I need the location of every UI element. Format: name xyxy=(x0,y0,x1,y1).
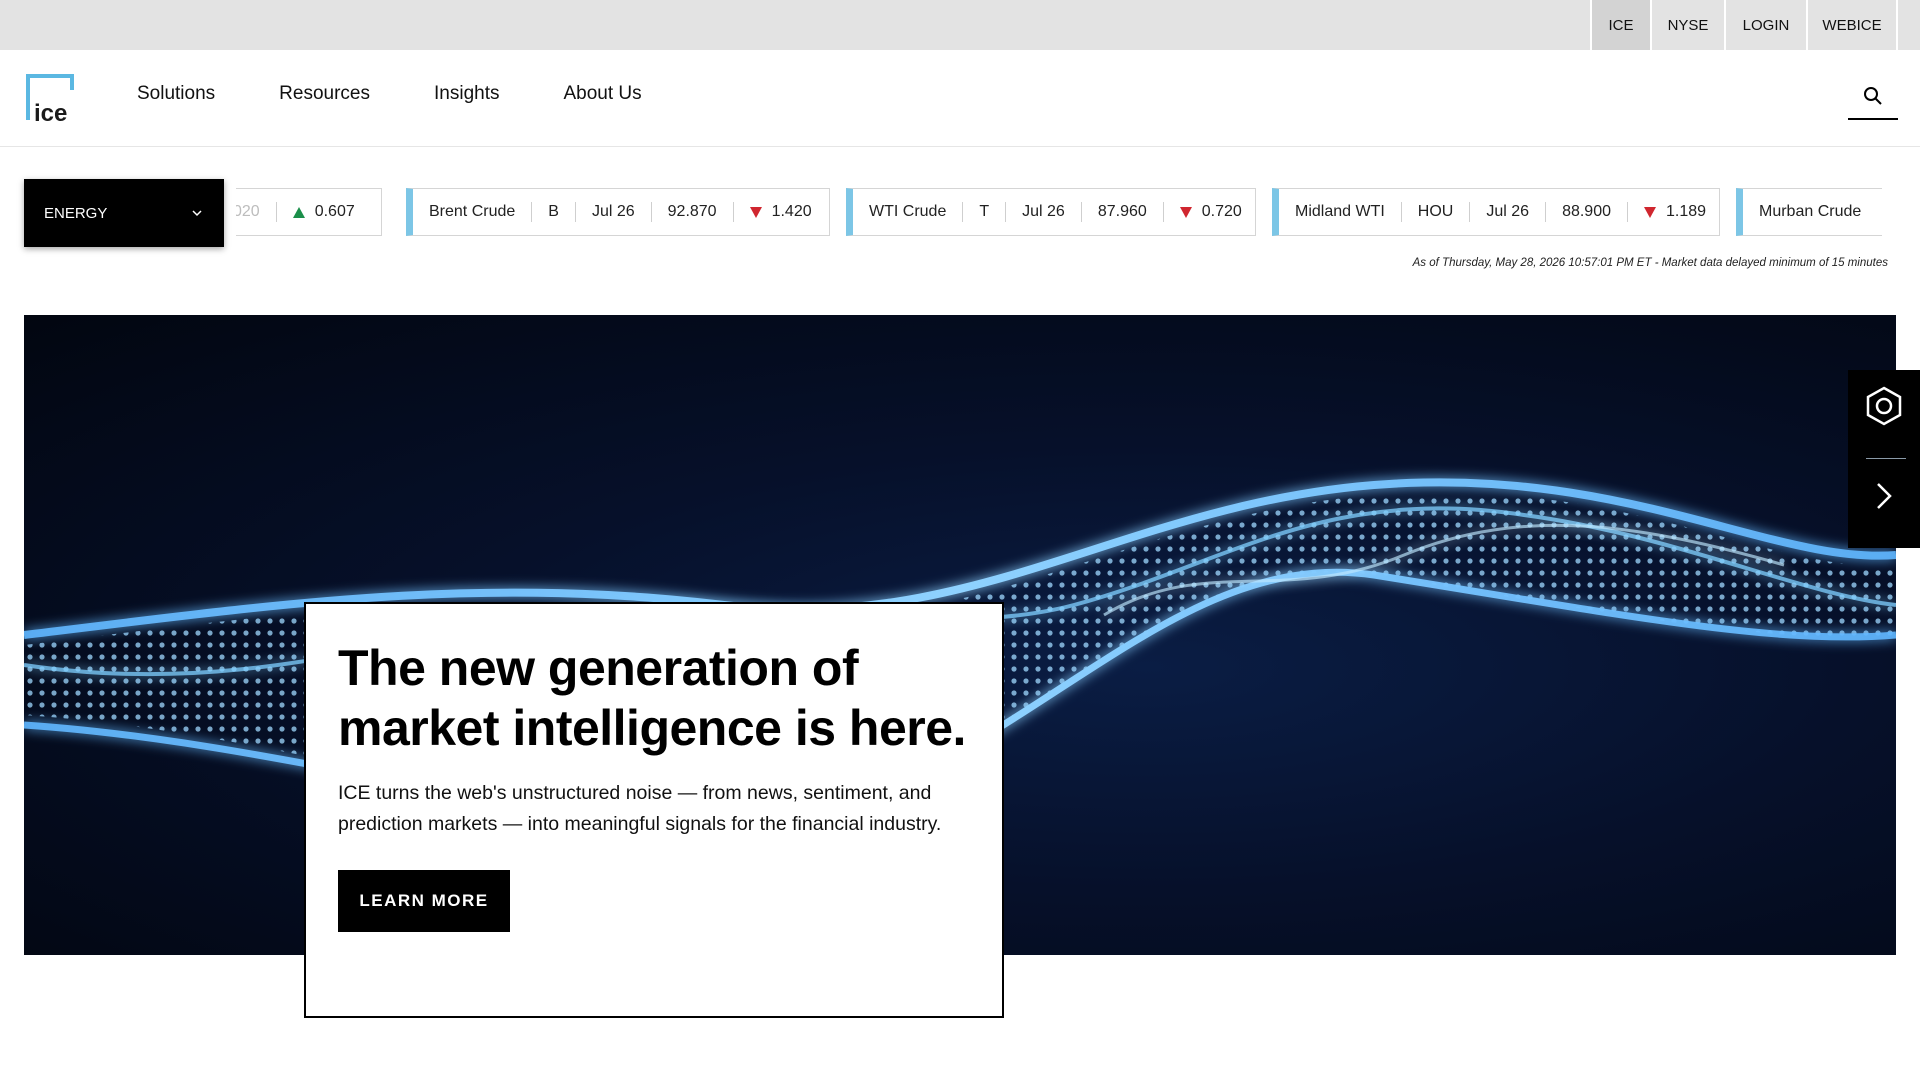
ticker-name: Murban Crude xyxy=(1759,203,1862,220)
market-data-timestamp: As of Thursday, May 28, 2026 10:57:01 PM… xyxy=(1412,257,1888,269)
ticker-price: 92.870 xyxy=(650,202,733,222)
hero-description: ICE turns the web's unstructured noise —… xyxy=(338,782,942,835)
utility-link-nyse[interactable]: NYSE xyxy=(1650,0,1724,50)
utility-bar: ICE NYSE LOGIN WEBICE xyxy=(0,0,1920,50)
hexagon-icon[interactable] xyxy=(1866,386,1902,426)
ticker-price: 020 xyxy=(236,203,260,220)
ticker-change: 1.420 xyxy=(732,202,828,222)
nav-insights[interactable]: Insights xyxy=(434,83,499,105)
market-select-dropdown[interactable]: ENERGY xyxy=(24,179,224,247)
market-select-label: ENERGY xyxy=(44,204,108,222)
utility-link-ice[interactable]: ICE xyxy=(1590,0,1650,50)
ticker-item[interactable]: Murban Crude xyxy=(1736,188,1882,236)
chevron-down-icon xyxy=(192,210,202,217)
ticker-contract: Jul 26 xyxy=(574,202,651,222)
side-widget-divider xyxy=(1866,458,1906,459)
arrow-down-icon xyxy=(1644,206,1656,218)
ticker-change: 0.607 xyxy=(275,202,371,222)
hero-card: The new generation of market intelligenc… xyxy=(304,602,1004,1018)
nav-resources[interactable]: Resources xyxy=(279,83,370,105)
ticker-contract: Jul 26 xyxy=(1469,202,1545,222)
ticker-price: 88.900 xyxy=(1545,202,1627,222)
arrow-down-icon xyxy=(749,206,762,218)
utility-link-login[interactable]: LOGIN xyxy=(1724,0,1806,50)
search-icon xyxy=(1864,87,1882,105)
hero-title: The new generation of market intelligenc… xyxy=(338,640,966,756)
main-nav: Solutions Resources Insights About Us xyxy=(137,83,706,105)
chevron-right-icon[interactable] xyxy=(1870,480,1898,512)
utility-links: ICE NYSE LOGIN WEBICE xyxy=(1590,0,1898,50)
ticker-symbol: B xyxy=(531,202,575,222)
arrow-up-icon xyxy=(292,206,305,218)
ticker-item[interactable]: Midland WTI HOU Jul 26 88.900 1.189 xyxy=(1272,188,1720,236)
ticker-change: 1.189 xyxy=(1627,202,1722,222)
learn-more-button[interactable]: LEARN MORE xyxy=(338,870,510,932)
ticker-change: 0.720 xyxy=(1162,202,1258,222)
main-header: ice Solutions Resources Insights About U… xyxy=(0,50,1920,147)
ice-logo[interactable]: ice xyxy=(24,72,75,127)
ticker-price: 87.960 xyxy=(1080,202,1163,222)
search-button[interactable] xyxy=(1848,86,1898,120)
ticker-item[interactable]: WTI Crude T Jul 26 87.960 0.720 xyxy=(846,188,1256,236)
ticker-symbol: T xyxy=(962,202,1005,222)
ticker-item[interactable]: 020 0.607 xyxy=(236,188,382,236)
side-widget xyxy=(1848,370,1920,548)
ticker-name: Midland WTI xyxy=(1295,203,1385,220)
nav-solutions[interactable]: Solutions xyxy=(137,83,215,105)
ticker-name: Brent Crude xyxy=(429,203,516,220)
ticker-symbol: HOU xyxy=(1400,202,1470,222)
nav-about-us[interactable]: About Us xyxy=(563,83,641,105)
ticker-item[interactable]: Brent Crude B Jul 26 92.870 1.420 xyxy=(406,188,830,236)
arrow-down-icon xyxy=(1179,206,1192,218)
ticker-name: WTI Crude xyxy=(869,203,947,220)
ticker-track: 020 0.607 Brent Crude B Jul 26 92.870 1.… xyxy=(236,188,1882,238)
utility-link-webice[interactable]: WEBICE xyxy=(1806,0,1898,50)
logo-text: ice xyxy=(34,100,67,124)
ticker-contract: Jul 26 xyxy=(1005,202,1081,222)
